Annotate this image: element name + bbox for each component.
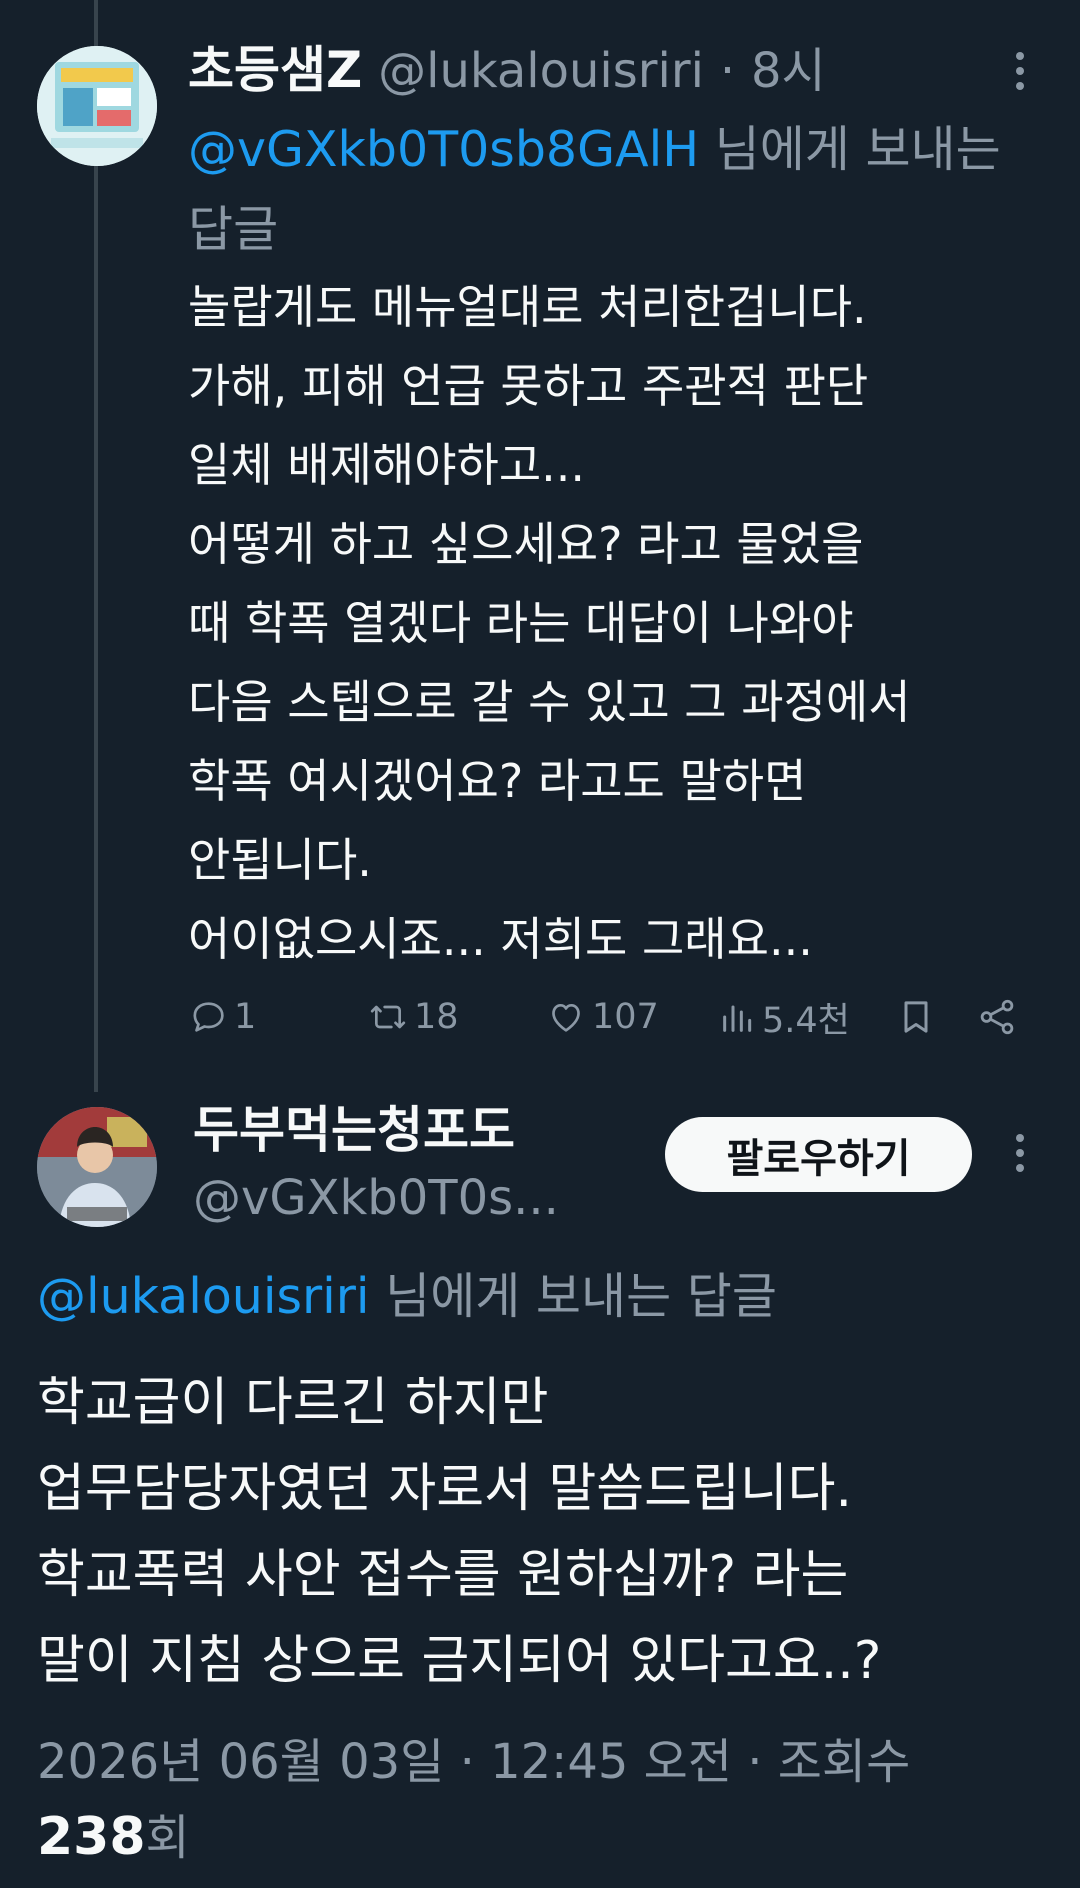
- more-icon[interactable]: [1010, 1134, 1030, 1179]
- tweet-body: 학교급이 다르긴 하지만 업무담당자였던 자로서 말씀드립니다. 학교폭력 사안…: [37, 1360, 1057, 1704]
- reply-suffix: 님에게 보내는 답글: [385, 1268, 777, 1325]
- like-count: 107: [592, 997, 659, 1037]
- retweet-button[interactable]: 18: [366, 992, 459, 1042]
- tweet-text-line: 어떻게 하고 싶으세요? 라고 물었을: [188, 517, 864, 571]
- view-count-unit: 회: [145, 1810, 190, 1866]
- user-handle[interactable]: @lukalouisriri: [378, 43, 704, 99]
- view-count-summary[interactable]: 238회: [37, 1802, 190, 1873]
- reply-to-context: @vGXkb0T0sb8GAlH 님에게 보내는 답글: [188, 110, 1008, 270]
- views-button[interactable]: 5.4천: [718, 992, 850, 1042]
- retweet-count: 18: [414, 997, 459, 1037]
- bookmark-icon: [904, 1001, 928, 1033]
- display-name[interactable]: 초등샘Z: [188, 41, 362, 99]
- display-name[interactable]: 두부먹는청포도: [193, 1090, 515, 1162]
- tweet-actions: 1 18 107 5.4천: [188, 992, 1028, 1042]
- avatar[interactable]: [37, 46, 157, 166]
- reply-icon: [193, 1002, 224, 1032]
- tweet-text-line: 놀랍게도 메뉴얼대로 처리한겁니다.: [188, 280, 867, 334]
- post-time[interactable]: 8시: [751, 43, 826, 99]
- reply-count: 1: [234, 997, 257, 1037]
- reply-button[interactable]: 1: [188, 992, 256, 1042]
- tweet-text-line: 학교폭력 사안 접수를 원하십까? 라는: [37, 1545, 849, 1605]
- tweet-text-line: 때 학폭 열겠다 라는 대답이 나와야: [188, 596, 854, 650]
- reply-to-context: @lukalouisriri 님에게 보내는 답글: [37, 1262, 777, 1332]
- tweet1-header: 초등샘Z @lukalouisriri · 8시: [188, 40, 826, 101]
- separator-dot: ·: [719, 43, 736, 99]
- like-icon: [552, 1004, 580, 1032]
- more-icon[interactable]: [1010, 52, 1030, 97]
- tweet-text-line: 다음 스텝으로 갈 수 있고 그 과정에서: [188, 675, 911, 729]
- tweet-body: 놀랍게도 메뉴얼대로 처리한겁니다. 가해, 피해 언급 못하고 주관적 판단 …: [188, 268, 1068, 979]
- share-button[interactable]: [976, 992, 1018, 1042]
- user-handle[interactable]: @vGXkb0T0s...: [193, 1170, 559, 1226]
- like-button[interactable]: 107: [544, 992, 659, 1042]
- post-timestamp[interactable]: 2026년 06월 03일 · 12:45 오전 · 조회수: [37, 1722, 910, 1802]
- reply-mention-link[interactable]: @lukalouisriri: [37, 1268, 370, 1325]
- tweet-text-line: 말이 지침 상으로 금지되어 있다고요..?: [37, 1631, 882, 1691]
- share-icon: [980, 999, 1014, 1035]
- tweet-text-line: 업무담당자였던 자로서 말씀드립니다.: [37, 1459, 853, 1519]
- avatar[interactable]: [37, 1107, 157, 1227]
- tweet-text-line: 학폭 여시겠어요? 라고도 말하면: [188, 754, 807, 808]
- follow-button[interactable]: 팔로우하기: [665, 1117, 972, 1192]
- view-count-number: 238: [37, 1807, 146, 1867]
- reply-mention-link[interactable]: @vGXkb0T0sb8GAlH: [188, 121, 699, 178]
- tweet-text-line: 학교급이 다르긴 하지만: [37, 1373, 549, 1433]
- view-count: 5.4천: [762, 1000, 850, 1041]
- retweet-icon: [370, 1005, 406, 1029]
- tweet-text-line: 가해, 피해 언급 못하고 주관적 판단: [188, 359, 869, 413]
- tweet-text-line: 안됩니다.: [188, 833, 372, 887]
- views-icon: [723, 1005, 752, 1032]
- bookmark-button[interactable]: [896, 992, 936, 1042]
- tweet-text-line: 일체 배제해야하고...: [188, 438, 586, 492]
- tweet-text-line: 어이없으시죠... 저희도 그래요...: [188, 912, 813, 966]
